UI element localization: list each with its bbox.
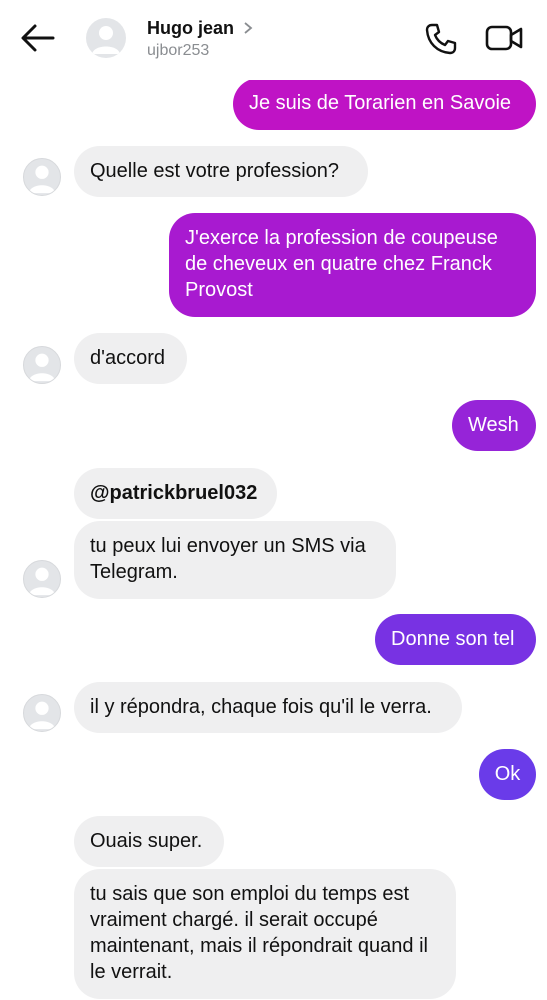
message-text: il y répondra, chaque fois qu'il le verr… — [90, 696, 432, 718]
incoming-message[interactable]: tu sais que son emploi du temps est vrai… — [74, 869, 456, 999]
message-text: d'accord — [90, 347, 165, 369]
message-text: Je suis de Torarien en Savoie — [249, 92, 512, 114]
outgoing-message[interactable]: Donne son tel — [375, 614, 536, 665]
sender-avatar[interactable] — [23, 158, 61, 196]
incoming-message[interactable]: Quelle est votre profession? — [74, 146, 368, 197]
outgoing-message[interactable]: Wesh — [452, 400, 536, 451]
message-text: Ouais super. — [90, 830, 203, 852]
contact-avatar[interactable] — [86, 18, 126, 58]
incoming-message[interactable]: d'accord — [74, 333, 187, 384]
message-text: Ok — [494, 763, 521, 785]
sender-avatar[interactable] — [23, 694, 61, 732]
chat-header: Hugo jean ujbor253 — [0, 0, 547, 80]
contact-name: Hugo jean — [147, 17, 235, 38]
mention-message[interactable]: @patrickbruel032 — [74, 468, 277, 519]
mention-text[interactable]: @patrickbruel032 — [90, 482, 257, 504]
message-text: J'exerce la profession de coupeuse de ch… — [185, 227, 498, 301]
message-text: Quelle est votre profession? — [90, 160, 340, 182]
phone-icon[interactable] — [424, 22, 458, 56]
sender-avatar[interactable] — [23, 560, 61, 598]
outgoing-message[interactable]: Je suis de Torarien en Savoie — [233, 78, 536, 130]
message-text: Wesh — [468, 414, 519, 436]
contact-name-row[interactable]: Hugo jean — [147, 16, 254, 40]
chevron-right-icon — [244, 22, 253, 34]
sender-avatar[interactable] — [23, 346, 61, 384]
back-arrow-icon[interactable] — [20, 22, 56, 54]
incoming-message[interactable]: Ouais super. — [74, 816, 224, 867]
message-text: Donne son tel — [391, 628, 515, 650]
message-text: tu sais que son emploi du temps est vrai… — [90, 883, 428, 983]
message-text: tu peux lui envoyer un SMS via Telegram. — [90, 535, 366, 583]
contact-username: ujbor253 — [147, 42, 210, 59]
outgoing-message[interactable]: J'exerce la profession de coupeuse de ch… — [169, 213, 536, 317]
incoming-message[interactable]: tu peux lui envoyer un SMS via Telegram. — [74, 521, 396, 599]
video-camera-icon[interactable] — [484, 22, 524, 54]
outgoing-message[interactable]: Ok — [479, 749, 536, 800]
incoming-message[interactable]: il y répondra, chaque fois qu'il le verr… — [74, 682, 462, 733]
